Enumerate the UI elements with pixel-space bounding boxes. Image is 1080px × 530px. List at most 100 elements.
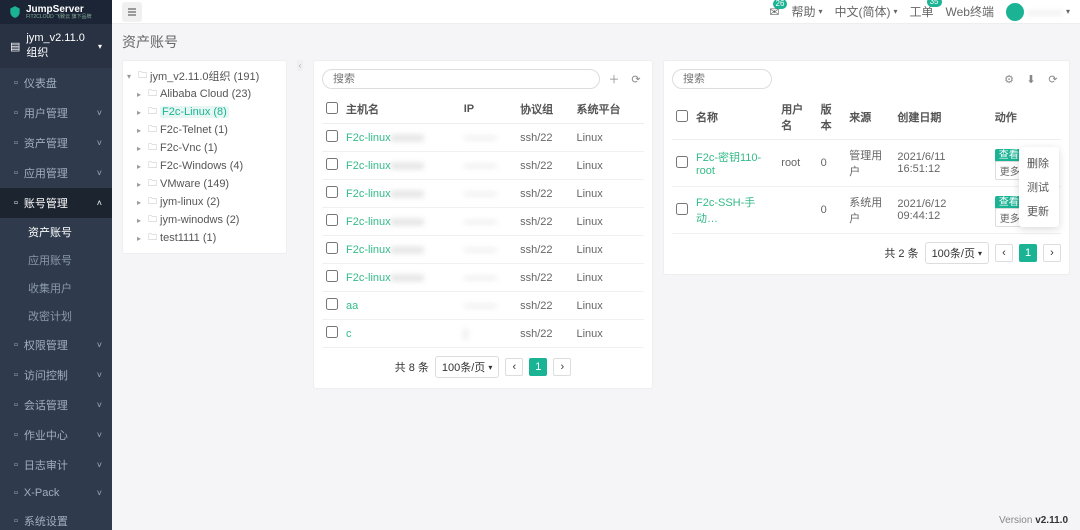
sidebar-item-8[interactable]: ▫作业中心˅ [0, 420, 112, 450]
accounts-col[interactable]: 动作 [991, 95, 1061, 140]
accounts-page-1[interactable]: 1 [1019, 244, 1037, 262]
chevron-icon: ▸ [137, 216, 145, 225]
menu-icon: ▫ [14, 429, 18, 441]
sidebar-item-9[interactable]: ▫日志审计˅ [0, 450, 112, 480]
host-link[interactable]: c [346, 328, 352, 340]
row-checkbox[interactable] [326, 298, 338, 310]
menu-icon: ▫ [14, 197, 18, 209]
accounts-search-input[interactable] [672, 69, 772, 89]
accounts-next-page[interactable]: › [1043, 244, 1061, 262]
hosts-panel: ＋ ⟳ 主机名IP协议组系统平台 F2c-linuxxxxxxx———ssh/2… [313, 60, 653, 389]
tree-node-8[interactable]: ▸🗀jym-winodws (2) [127, 211, 282, 229]
sidebar-item-6[interactable]: ▫访问控制˅ [0, 360, 112, 390]
sidebar-item-1[interactable]: ▫用户管理˅ [0, 98, 112, 128]
host-ip: ——— [464, 188, 497, 200]
accounts-col[interactable]: 用户名 [777, 95, 816, 140]
tree-node-9[interactable]: ▸🗀test1111 (1) [127, 229, 282, 247]
host-link[interactable]: F2c-linuxxxxxxx [346, 132, 424, 144]
sidebar-toggle[interactable] [122, 2, 142, 22]
accounts-page-size[interactable]: 100条/页▾ [925, 242, 989, 264]
row-checkbox[interactable] [676, 156, 688, 168]
dropdown-item-1[interactable]: 测试 [1019, 175, 1059, 199]
tree-node-6[interactable]: ▸🗀VMware (149) [127, 175, 282, 193]
tree-node-1[interactable]: ▸🗀Alibaba Cloud (23) [127, 85, 282, 103]
tree-node-0[interactable]: ▾🗀jym_v2.11.0组织 (191) [127, 67, 282, 85]
host-ip: ——— [464, 272, 497, 284]
host-link[interactable]: aa [346, 300, 358, 312]
row-checkbox[interactable] [326, 130, 338, 142]
hosts-col[interactable]: IP [460, 95, 516, 124]
menu-icon: ▫ [14, 487, 18, 499]
user-menu[interactable]: ———▾ [1006, 3, 1070, 21]
accounts-prev-page[interactable]: ‹ [995, 244, 1013, 262]
hosts-select-all[interactable] [326, 102, 338, 114]
hosts-page-1[interactable]: 1 [529, 358, 547, 376]
tree-node-2[interactable]: ▸🗀F2c-Linux (8) [127, 103, 282, 121]
settings-button[interactable]: ⚙ [1001, 71, 1017, 87]
hosts-next-page[interactable]: › [553, 358, 571, 376]
sidebar-item-0[interactable]: ▫仪表盘 [0, 68, 112, 98]
account-link[interactable]: F2c-密钥110-root [696, 152, 761, 177]
account-version: 0 [817, 187, 846, 234]
web-terminal-link[interactable]: Web终端 [946, 3, 994, 20]
add-host-button[interactable]: ＋ [606, 71, 622, 87]
refresh-hosts-button[interactable]: ⟳ [628, 71, 644, 87]
sidebar-item-4[interactable]: ▫账号管理˄ [0, 188, 112, 218]
accounts-col[interactable]: 名称 [692, 95, 777, 140]
lang-menu[interactable]: 中文(简体)▾ [834, 3, 897, 20]
host-link[interactable]: F2c-linuxxxxxxx [346, 188, 424, 200]
host-link[interactable]: F2c-linuxxxxxxx [346, 244, 424, 256]
row-checkbox[interactable] [676, 203, 688, 215]
chevron-icon: ▸ [137, 90, 145, 99]
row-checkbox[interactable] [326, 242, 338, 254]
sidebar-item-7[interactable]: ▫会话管理˅ [0, 390, 112, 420]
row-checkbox[interactable] [326, 270, 338, 282]
account-link[interactable]: F2c-SSH-手动… [696, 197, 755, 225]
account-source: 管理用户 [845, 140, 893, 187]
sidebar-item-10[interactable]: ▫X-Pack˅ [0, 480, 112, 506]
download-button[interactable]: ⬇ [1023, 71, 1039, 87]
sidebar-sub-0[interactable]: 资产账号 [0, 218, 112, 246]
header: ✉ 26 帮助▾ 中文(简体)▾ 工单 35 Web终端 ———▾ [0, 0, 1080, 24]
account-user: root [777, 140, 816, 187]
hosts-col[interactable]: 协议组 [516, 95, 572, 124]
accounts-col[interactable]: 创建日期 [893, 95, 990, 140]
row-checkbox[interactable] [326, 158, 338, 170]
accounts-col[interactable]: 版本 [817, 95, 846, 140]
org-selector[interactable]: ▤ jym_v2.11.0组织 ▾ [0, 24, 112, 68]
tree-node-4[interactable]: ▸🗀F2c-Vnc (1) [127, 139, 282, 157]
dropdown-item-2[interactable]: 更新 [1019, 199, 1059, 223]
hosts-search-input[interactable] [322, 69, 600, 89]
dropdown-item-0[interactable]: 删除 [1019, 151, 1059, 175]
ticket-link[interactable]: 工单 35 [910, 3, 934, 20]
sidebar-sub-2[interactable]: 收集用户 [0, 274, 112, 302]
tree-node-7[interactable]: ▸🗀jym-linux (2) [127, 193, 282, 211]
host-link[interactable]: F2c-linuxxxxxxx [346, 160, 424, 172]
tree-collapse-button[interactable]: ‹ [297, 60, 303, 71]
row-checkbox[interactable] [326, 214, 338, 226]
chevron-icon: ▸ [137, 234, 145, 243]
sidebar-sub-3[interactable]: 改密计划 [0, 302, 112, 330]
hosts-col[interactable]: 主机名 [342, 95, 460, 124]
sidebar-item-11[interactable]: ▫系统设置 [0, 506, 112, 530]
hosts-prev-page[interactable]: ‹ [505, 358, 523, 376]
refresh-accounts-button[interactable]: ⟳ [1045, 71, 1061, 87]
accounts-col[interactable]: 来源 [845, 95, 893, 140]
hosts-page-size[interactable]: 100条/页▾ [435, 356, 499, 378]
row-checkbox[interactable] [326, 186, 338, 198]
tree-node-5[interactable]: ▸🗀F2c-Windows (4) [127, 157, 282, 175]
sidebar-item-5[interactable]: ▫权限管理˅ [0, 330, 112, 360]
sidebar-sub-1[interactable]: 应用账号 [0, 246, 112, 274]
mail-icon-button[interactable]: ✉ 26 [769, 5, 779, 19]
sidebar-item-3[interactable]: ▫应用管理˅ [0, 158, 112, 188]
sidebar-item-2[interactable]: ▫资产管理˅ [0, 128, 112, 158]
accounts-total: 共 2 条 [884, 245, 918, 261]
menu-icon: ▫ [14, 77, 18, 89]
accounts-select-all[interactable] [676, 110, 688, 122]
row-checkbox[interactable] [326, 326, 338, 338]
host-link[interactable]: F2c-linuxxxxxxx [346, 216, 424, 228]
host-link[interactable]: F2c-linuxxxxxxx [346, 272, 424, 284]
hosts-col[interactable]: 系统平台 [572, 95, 644, 124]
tree-node-3[interactable]: ▸🗀F2c-Telnet (1) [127, 121, 282, 139]
help-menu[interactable]: 帮助▾ [791, 3, 822, 20]
